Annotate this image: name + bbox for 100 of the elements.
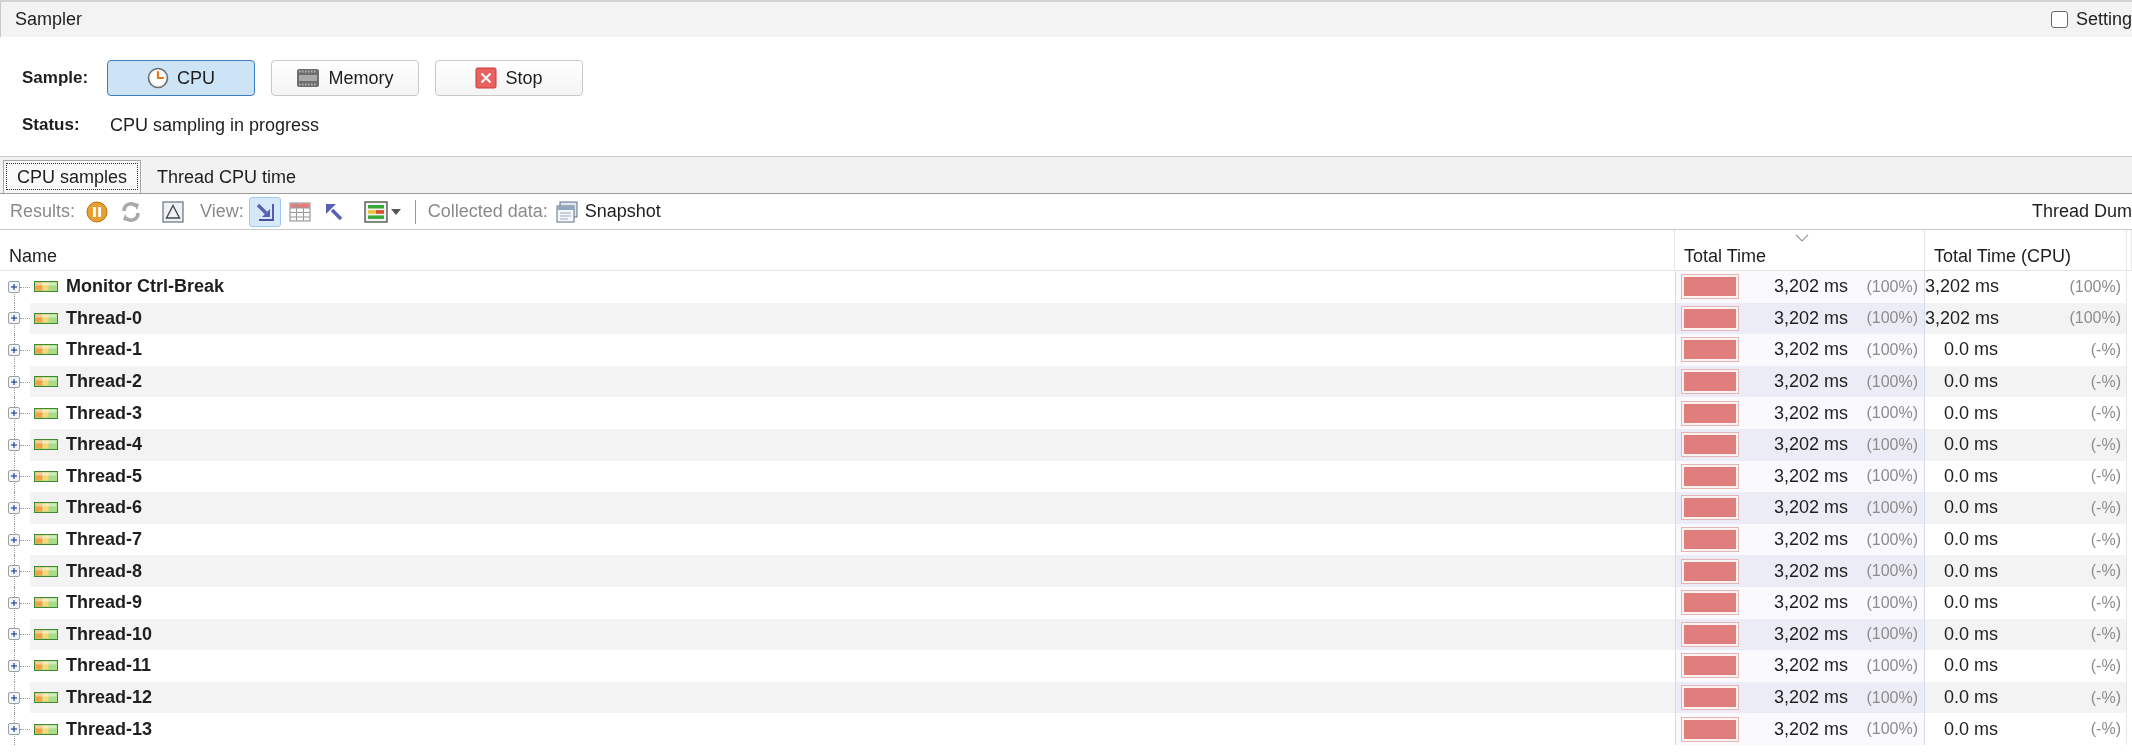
total-time-value: 3,202 ms xyxy=(1772,465,1848,487)
expand-icon[interactable] xyxy=(8,533,20,546)
caret-icon xyxy=(391,208,402,215)
expand-icon[interactable] xyxy=(8,280,20,293)
total-time-value: 3,202 ms xyxy=(1772,718,1848,740)
table-row[interactable]: Thread-6 3,202 ms (100%) 0.0 ms (-%) xyxy=(0,492,2132,524)
expand-icon[interactable] xyxy=(8,375,20,388)
thread-icon xyxy=(34,312,58,324)
table-row[interactable]: Thread-1 3,202 ms (100%) 0.0 ms (-%) xyxy=(0,334,2132,366)
table-row[interactable]: Thread-8 3,202 ms (100%) 0.0 ms (-%) xyxy=(0,555,2132,587)
snapshot-button[interactable]: Snapshot xyxy=(555,200,661,223)
expand-icon[interactable] xyxy=(8,596,20,609)
memory-button[interactable]: Memory xyxy=(271,60,419,96)
total-time-value: 3,202 ms xyxy=(1772,339,1848,361)
cpu-time-value: 0.0 ms xyxy=(1942,592,1999,614)
cpu-time-percent: (-%) xyxy=(2089,562,2122,581)
total-time-percent: (100%) xyxy=(1865,467,1919,486)
table-row[interactable]: Thread-10 3,202 ms (100%) 0.0 ms (-%) xyxy=(0,618,2132,651)
thread-name: Thread-3 xyxy=(66,402,143,424)
total-time-percent: (100%) xyxy=(1865,277,1919,296)
forward-view-button[interactable] xyxy=(248,196,281,227)
thread-icon xyxy=(34,376,58,388)
thread-name: Thread-10 xyxy=(66,623,153,645)
thread-dump-button[interactable]: Thread Dum xyxy=(2031,201,2132,222)
sample-label: Sample: xyxy=(22,68,90,88)
cpu-time-value: 0.0 ms xyxy=(1942,402,1999,424)
expand-icon[interactable] xyxy=(8,659,20,672)
cpu-time-percent: (-%) xyxy=(2089,530,2122,549)
table-row[interactable]: Thread-12 3,202 ms (100%) 0.0 ms (-%) xyxy=(0,681,2132,714)
expand-icon[interactable] xyxy=(8,501,20,514)
thread-name: Thread-0 xyxy=(66,307,143,329)
cpu-time-value: 0.0 ms xyxy=(1942,339,1999,361)
results-label: Results: xyxy=(10,201,76,222)
total-time-percent: (100%) xyxy=(1865,720,1919,739)
expand-icon[interactable] xyxy=(8,344,20,356)
settings-label[interactable]: Setting xyxy=(2075,9,2132,30)
thread-icon xyxy=(34,692,58,703)
cpu-time-value: 0.0 ms xyxy=(1942,560,1999,582)
expand-icon[interactable] xyxy=(8,691,20,704)
collected-data-label: Collected data: xyxy=(427,201,548,222)
total-time-percent: (100%) xyxy=(1865,625,1919,644)
cpu-time-value: 0.0 ms xyxy=(1942,687,1999,708)
thread-name: Thread-9 xyxy=(66,592,143,614)
table-row[interactable]: Thread-13 3,202 ms (100%) 0.0 ms (-%) xyxy=(0,713,2132,745)
expand-icon[interactable] xyxy=(8,312,20,325)
table-row[interactable]: Thread-11 3,202 ms (100%) 0.0 ms (-%) xyxy=(0,650,2132,682)
cpu-time-value: 0.0 ms xyxy=(1942,371,1999,393)
total-time-value: 3,202 ms xyxy=(1772,371,1848,393)
table-row[interactable]: Thread-3 3,202 ms (100%) 0.0 ms (-%) xyxy=(0,397,2132,429)
thread-icon xyxy=(34,407,58,419)
cpu-time-percent: (-%) xyxy=(2089,498,2122,517)
thread-name: Thread-12 xyxy=(66,687,153,708)
settings-checkbox[interactable] xyxy=(2050,11,2068,28)
thread-icon xyxy=(34,281,58,293)
total-time-percent: (100%) xyxy=(1865,404,1919,423)
thread-icon xyxy=(34,470,58,482)
tab[interactable]: Thread CPU time xyxy=(143,160,311,193)
cross-box-icon xyxy=(475,67,498,89)
thread-icon xyxy=(34,660,58,672)
view-label: View: xyxy=(200,201,244,222)
table-row[interactable]: Thread-0 3,202 ms (100%) 3,202 ms (100%) xyxy=(0,302,2132,335)
cpu-time-value: 3,202 ms xyxy=(1925,276,2001,298)
expand-icon[interactable] xyxy=(8,470,20,483)
expand-icon[interactable] xyxy=(8,565,20,578)
status-text: CPU sampling in progress xyxy=(110,114,320,137)
total-time-value: 3,202 ms xyxy=(1772,560,1848,582)
cpu-time-value: 0.0 ms xyxy=(1942,465,1999,487)
tab[interactable]: CPU samples xyxy=(3,160,142,193)
cpu-time-percent: (-%) xyxy=(2089,372,2122,391)
cpu-time-percent: (-%) xyxy=(2089,435,2122,454)
cpu-time-percent: (-%) xyxy=(2089,720,2122,739)
cpu-button[interactable]: CPU xyxy=(107,60,255,96)
cpu-time-percent: (-%) xyxy=(2089,404,2122,423)
total-time-percent: (100%) xyxy=(1865,562,1919,581)
expand-icon[interactable] xyxy=(8,723,20,736)
expand-icon[interactable] xyxy=(8,407,20,420)
table-row[interactable]: Thread-2 3,202 ms (100%) 0.0 ms (-%) xyxy=(0,365,2132,398)
cpu-time-percent: (-%) xyxy=(2089,593,2122,612)
thread-icon xyxy=(34,723,58,735)
total-time-percent: (100%) xyxy=(1865,309,1919,328)
cpu-time-value: 0.0 ms xyxy=(1942,529,1999,551)
stop-button[interactable]: Stop xyxy=(435,60,583,96)
cpu-time-percent: (-%) xyxy=(2089,625,2122,644)
total-time-percent: (100%) xyxy=(1865,372,1919,391)
cpu-time-percent: (-%) xyxy=(2089,341,2122,359)
expand-icon[interactable] xyxy=(8,628,20,641)
table-row[interactable]: Thread-9 3,202 ms (100%) 0.0 ms (-%) xyxy=(0,586,2132,619)
total-time-percent: (100%) xyxy=(1865,341,1919,359)
total-time-value: 3,202 ms xyxy=(1772,497,1848,519)
thread-name: Thread-2 xyxy=(66,371,143,393)
sort-caret-icon xyxy=(1795,234,1809,242)
cpu-time-value: 0.0 ms xyxy=(1942,434,1999,456)
table-row[interactable]: Monitor Ctrl-Break 3,202 ms (100%) 3,202 ms (100%) xyxy=(0,271,2132,303)
expand-icon[interactable] xyxy=(8,438,20,451)
thread-name: Thread-4 xyxy=(66,434,143,456)
total-time-percent: (100%) xyxy=(1865,530,1919,549)
thread-name: Thread-8 xyxy=(66,560,143,582)
total-time-percent: (100%) xyxy=(1865,688,1919,707)
thread-icon xyxy=(34,502,58,514)
table-row[interactable]: Thread-4 3,202 ms (100%) 0.0 ms (-%) xyxy=(0,428,2132,461)
